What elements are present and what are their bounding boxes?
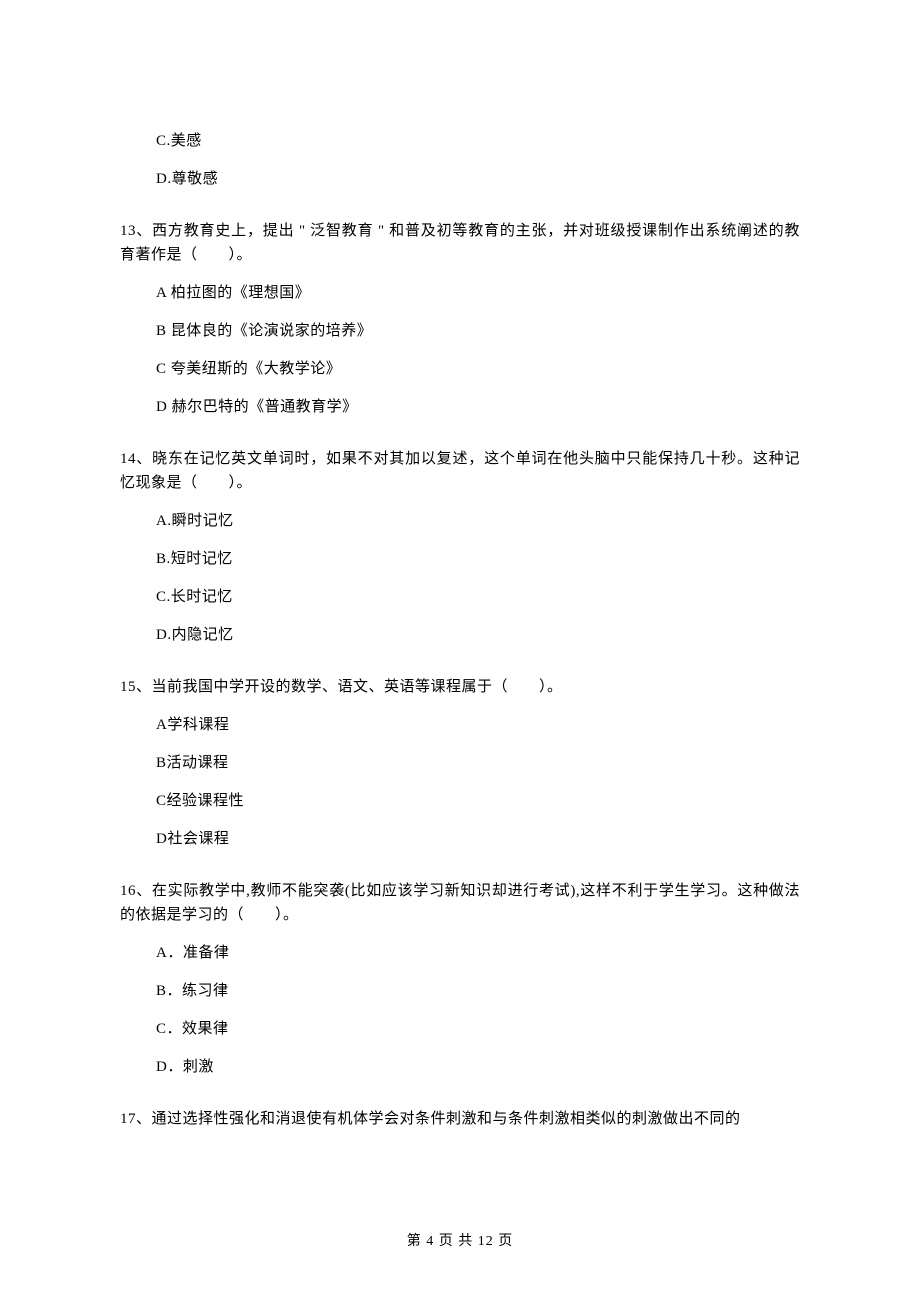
- option-c: C.美感: [156, 129, 800, 153]
- q13-option-c: C 夸美纽斯的《大教学论》: [156, 357, 800, 381]
- q13-option-a: A 柏拉图的《理想国》: [156, 281, 800, 305]
- question-15: 15、当前我国中学开设的数学、语文、英语等课程属于（ ）。: [120, 675, 800, 699]
- q15-option-a: A学科课程: [156, 713, 800, 737]
- q15-option-b: B活动课程: [156, 751, 800, 775]
- q13-option-d: D 赫尔巴特的《普通教育学》: [156, 395, 800, 419]
- question-13: 13、西方教育史上，提出 " 泛智教育 " 和普及初等教育的主张，并对班级授课制…: [120, 219, 800, 267]
- option-d: D.尊敬感: [156, 167, 800, 191]
- question-16: 16、在实际教学中,教师不能突袭(比如应该学习新知识却进行考试),这样不利于学生…: [120, 879, 800, 927]
- q16-option-b: B．练习律: [156, 979, 800, 1003]
- q16-option-d: D．刺激: [156, 1055, 800, 1079]
- q13-option-b: B 昆体良的《论演说家的培养》: [156, 319, 800, 343]
- page-footer: 第 4 页 共 12 页: [0, 1230, 920, 1250]
- q16-option-c: C．效果律: [156, 1017, 800, 1041]
- q14-option-b: B.短时记忆: [156, 547, 800, 571]
- q16-option-a: A．准备律: [156, 941, 800, 965]
- question-17: 17、通过选择性强化和消退使有机体学会对条件刺激和与条件刺激相类似的刺激做出不同…: [120, 1107, 800, 1131]
- question-14: 14、晓东在记忆英文单词时，如果不对其加以复述，这个单词在他头脑中只能保持几十秒…: [120, 447, 800, 495]
- q15-option-c: C经验课程性: [156, 789, 800, 813]
- q14-option-a: A.瞬时记忆: [156, 509, 800, 533]
- q15-option-d: D社会课程: [156, 827, 800, 851]
- q14-option-d: D.内隐记忆: [156, 623, 800, 647]
- q14-option-c: C.长时记忆: [156, 585, 800, 609]
- document-body: C.美感 D.尊敬感 13、西方教育史上，提出 " 泛智教育 " 和普及初等教育…: [0, 0, 920, 1201]
